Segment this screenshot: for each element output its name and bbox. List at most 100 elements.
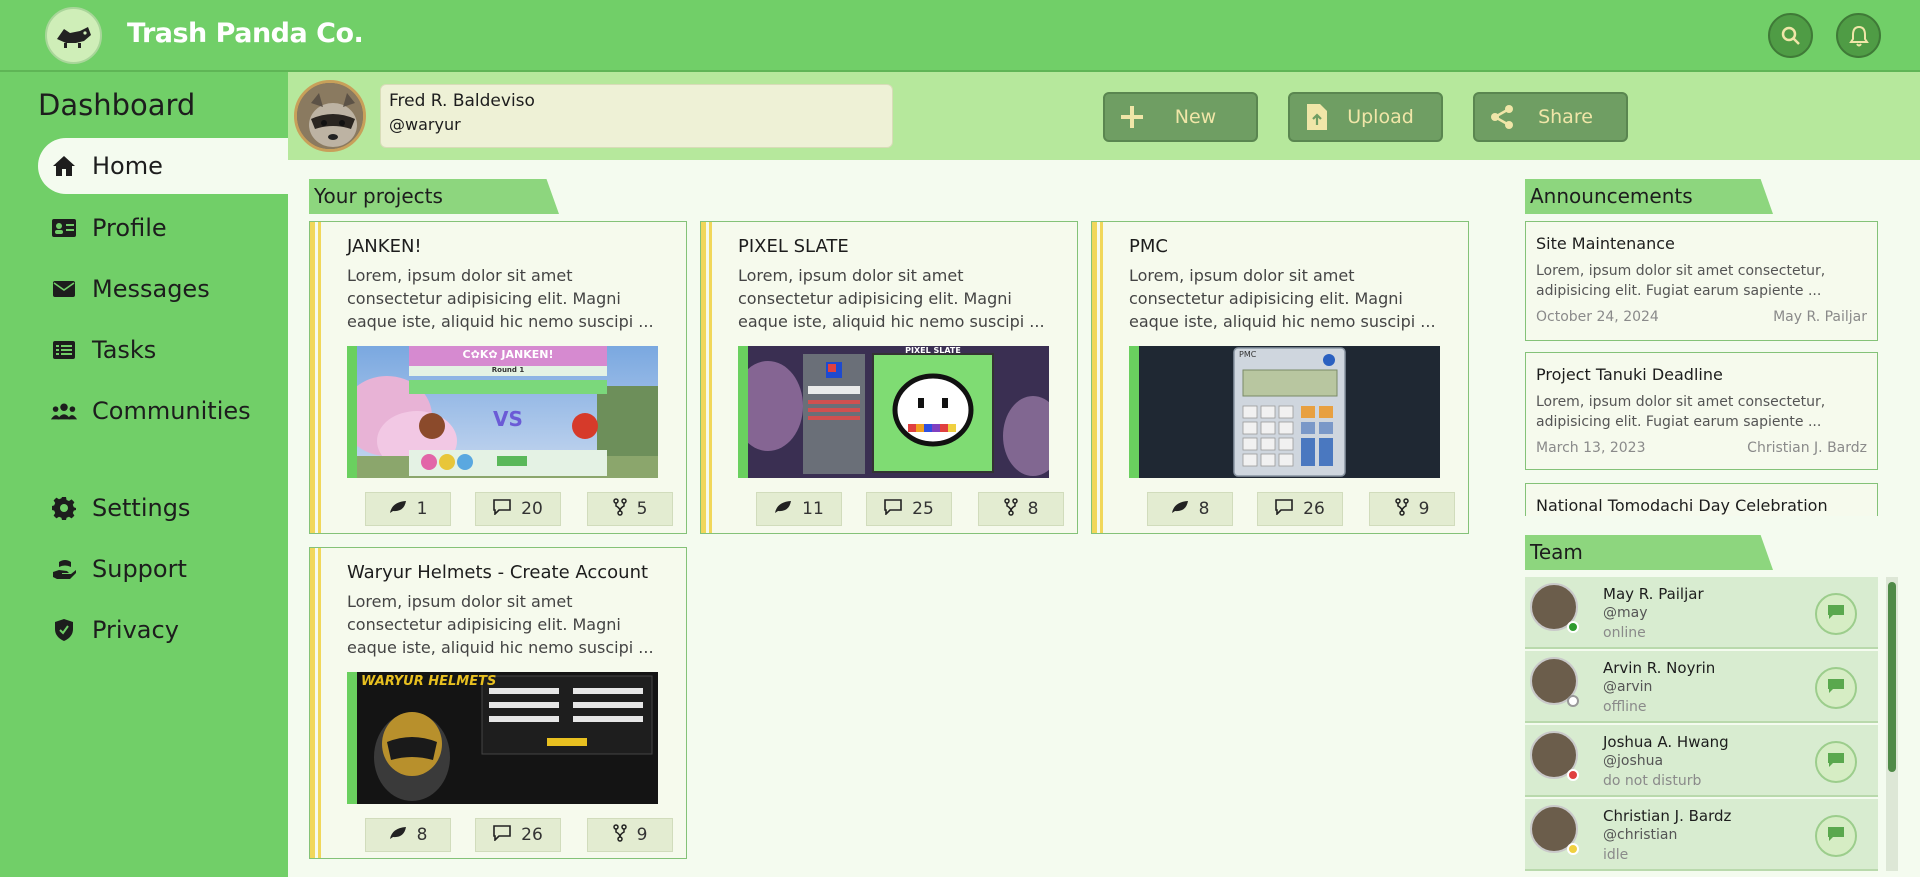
sidebar-item-label: Support bbox=[92, 555, 187, 583]
member-name: May R. Pailjar bbox=[1603, 585, 1704, 603]
comments-count: 20 bbox=[521, 499, 543, 519]
announcement-author: May R. Pailjar bbox=[1773, 309, 1867, 325]
fork-icon bbox=[1003, 497, 1018, 521]
project-card-pixel-slate[interactable]: PIXEL SLATE Lorem, ipsum dolor sit amet … bbox=[700, 221, 1078, 534]
likes-stat[interactable]: 11 bbox=[756, 492, 842, 526]
announcement-title[interactable]: National Tomodachi Day Celebration bbox=[1536, 496, 1867, 515]
share-icon bbox=[1487, 102, 1517, 132]
forks-stat[interactable]: 9 bbox=[1369, 492, 1455, 526]
sidebar-item-messages[interactable]: Messages bbox=[38, 261, 288, 317]
forks-count: 5 bbox=[636, 499, 648, 519]
project-screenshot[interactable]: PMC bbox=[1129, 346, 1440, 478]
likes-stat[interactable]: 1 bbox=[365, 492, 451, 526]
chat-bubble-icon bbox=[1827, 826, 1845, 846]
project-card-janken[interactable]: JANKEN! Lorem, ipsum dolor sit amet cons… bbox=[309, 221, 687, 534]
new-button-label: New bbox=[1174, 106, 1217, 128]
project-card-waryur-helmets[interactable]: Waryur Helmets - Create Account Lorem, i… bbox=[309, 547, 687, 859]
sidebar-item-home[interactable]: Home bbox=[38, 138, 288, 194]
project-screenshot[interactable]: VS C✿K✿ JANKEN! Round 1 bbox=[347, 346, 658, 478]
team-member[interactable]: Christian J. Bardz @christian idle bbox=[1525, 799, 1878, 871]
likes-count: 1 bbox=[416, 499, 428, 519]
leaf-icon bbox=[389, 825, 407, 845]
member-status: idle bbox=[1603, 847, 1629, 863]
shield-icon bbox=[50, 616, 78, 644]
project-screenshot[interactable]: WARYUR HELMETS bbox=[347, 672, 658, 804]
project-screenshot[interactable]: PIXEL SLATE bbox=[738, 346, 1049, 478]
comments-stat[interactable]: 26 bbox=[1257, 492, 1343, 526]
announcement-title[interactable]: Site Maintenance bbox=[1536, 234, 1867, 253]
upload-button[interactable]: Upload bbox=[1288, 92, 1443, 142]
chat-button[interactable] bbox=[1815, 667, 1857, 709]
user-handle: @waryur bbox=[389, 115, 461, 134]
chat-button[interactable] bbox=[1815, 815, 1857, 857]
chat-button[interactable] bbox=[1815, 741, 1857, 783]
project-title[interactable]: PMC bbox=[1129, 236, 1168, 257]
announcement-body: Lorem, ipsum dolor sit amet consectetur,… bbox=[1536, 263, 1826, 299]
leaf-icon bbox=[774, 499, 792, 519]
announcement-author: Christian J. Bardz bbox=[1747, 440, 1867, 456]
forks-stat[interactable]: 9 bbox=[587, 818, 673, 852]
brand-name[interactable]: Trash Panda Co. bbox=[127, 18, 364, 49]
avatar[interactable] bbox=[294, 80, 366, 152]
announcement-card[interactable]: National Tomodachi Day Celebration bbox=[1525, 483, 1878, 516]
sidebar-item-privacy[interactable]: Privacy bbox=[38, 602, 288, 658]
fork-icon bbox=[1394, 497, 1409, 521]
member-status: online bbox=[1603, 625, 1646, 641]
sidebar-item-profile[interactable]: Profile bbox=[38, 200, 288, 256]
banner-vs-text: VS bbox=[493, 407, 523, 431]
project-card-pmc[interactable]: PMC Lorem, ipsum dolor sit amet consecte… bbox=[1091, 221, 1469, 534]
likes-stat[interactable]: 8 bbox=[1147, 492, 1233, 526]
announcement-title[interactable]: Project Tanuki Deadline bbox=[1536, 365, 1867, 384]
banner-title: C✿K✿ JANKEN! bbox=[462, 348, 554, 361]
project-description: Lorem, ipsum dolor sit amet consectetur … bbox=[738, 266, 1045, 331]
sidebar-item-label: Privacy bbox=[92, 616, 179, 644]
comments-stat[interactable]: 26 bbox=[475, 818, 561, 852]
raccoon-logo-icon[interactable] bbox=[45, 7, 102, 64]
hand-holding-icon bbox=[50, 555, 78, 583]
announcement-card[interactable]: Site Maintenance Lorem, ipsum dolor sit … bbox=[1525, 221, 1878, 341]
bell-icon[interactable] bbox=[1836, 13, 1881, 58]
announcement-card[interactable]: Project Tanuki Deadline Lorem, ipsum dol… bbox=[1525, 352, 1878, 470]
announcements-heading-label: Announcements bbox=[1530, 184, 1693, 208]
sidebar-title: Dashboard bbox=[38, 88, 196, 122]
member-status: do not disturb bbox=[1603, 773, 1702, 789]
chat-button[interactable] bbox=[1815, 593, 1857, 635]
member-name: Christian J. Bardz bbox=[1603, 807, 1732, 825]
sidebar-item-label: Settings bbox=[92, 494, 191, 522]
new-button[interactable]: New bbox=[1103, 92, 1258, 142]
chat-bubble-icon bbox=[1827, 678, 1845, 698]
team-member[interactable]: Arvin R. Noyrin @arvin offline bbox=[1525, 651, 1878, 723]
project-title[interactable]: Waryur Helmets - Create Account bbox=[347, 562, 648, 583]
sidebar-item-label: Tasks bbox=[92, 336, 157, 364]
status-dot bbox=[1567, 621, 1579, 633]
share-button[interactable]: Share bbox=[1473, 92, 1628, 142]
comment-icon bbox=[884, 498, 902, 520]
sidebar-item-label: Home bbox=[92, 152, 163, 180]
member-handle: @arvin bbox=[1603, 679, 1653, 695]
sidebar-item-label: Profile bbox=[92, 214, 167, 242]
leaf-icon bbox=[1171, 499, 1189, 519]
team-scrollbar-thumb[interactable] bbox=[1888, 582, 1896, 772]
comments-stat[interactable]: 20 bbox=[475, 492, 561, 526]
team-member[interactable]: May R. Pailjar @may online bbox=[1525, 577, 1878, 649]
sidebar-item-communities[interactable]: Communities bbox=[38, 383, 288, 439]
announcement-date: October 24, 2024 bbox=[1536, 309, 1659, 325]
team-member[interactable]: Joshua A. Hwang @joshua do not disturb bbox=[1525, 725, 1878, 797]
sidebar-item-settings[interactable]: Settings bbox=[38, 480, 288, 536]
team-list[interactable]: May R. Pailjar @may online Arvin R. Noyr… bbox=[1525, 577, 1878, 877]
project-title[interactable]: PIXEL SLATE bbox=[738, 236, 849, 257]
comments-count: 26 bbox=[1303, 499, 1325, 519]
announcement-date: March 13, 2023 bbox=[1536, 440, 1646, 456]
sidebar-item-support[interactable]: Support bbox=[38, 541, 288, 597]
likes-stat[interactable]: 8 bbox=[365, 818, 451, 852]
comment-icon bbox=[1275, 498, 1293, 520]
top-bar: Trash Panda Co. bbox=[0, 0, 1920, 72]
plus-icon bbox=[1117, 102, 1147, 132]
forks-stat[interactable]: 5 bbox=[587, 492, 673, 526]
forks-stat[interactable]: 8 bbox=[978, 492, 1064, 526]
chat-bubble-icon bbox=[1827, 752, 1845, 772]
project-title[interactable]: JANKEN! bbox=[347, 236, 422, 257]
search-icon[interactable] bbox=[1768, 13, 1813, 58]
sidebar-item-tasks[interactable]: Tasks bbox=[38, 322, 288, 378]
comments-stat[interactable]: 25 bbox=[866, 492, 952, 526]
